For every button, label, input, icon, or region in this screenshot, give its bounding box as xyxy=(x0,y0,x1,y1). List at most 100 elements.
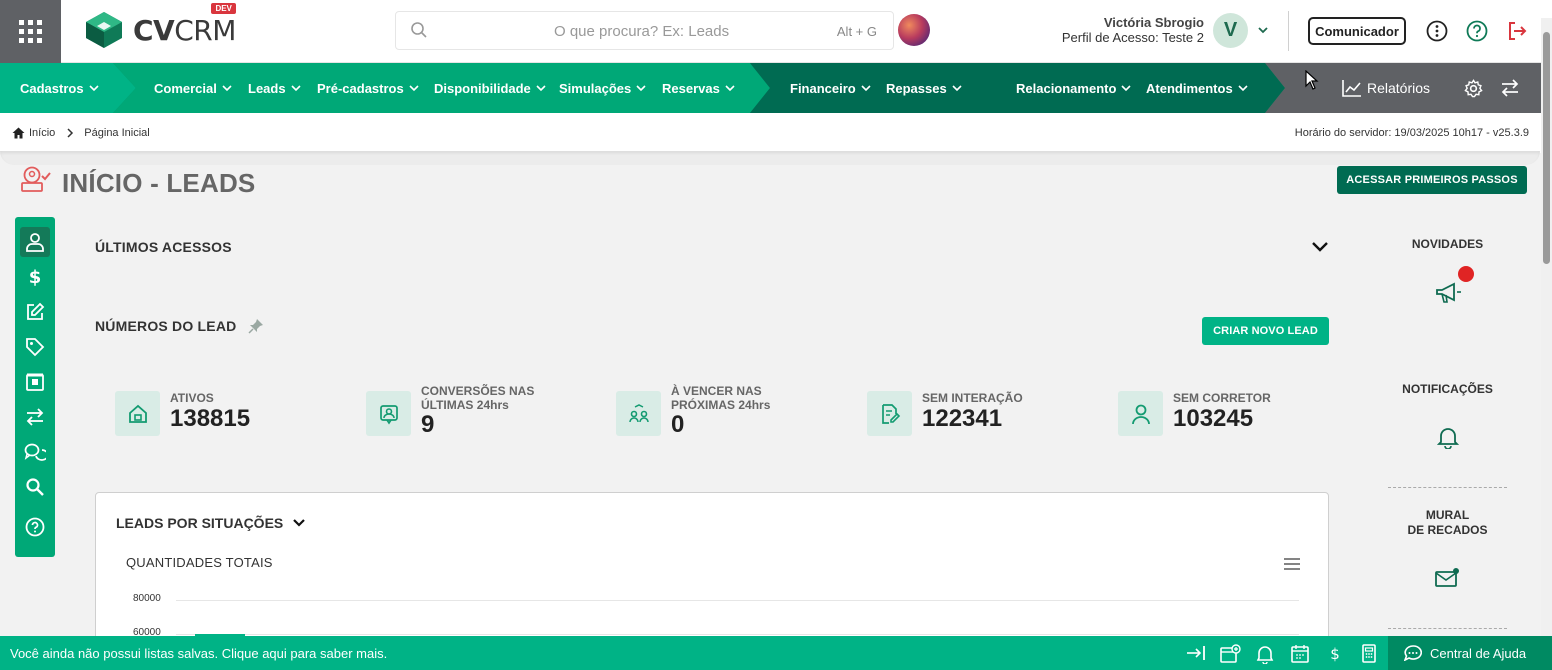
rail-tags[interactable] xyxy=(20,332,50,362)
top-header: CVCRM DEV O que procura? Ex: Leads Alt +… xyxy=(0,0,1552,63)
breadcrumb-current: Página Inicial xyxy=(84,127,150,139)
nav-simulacoes[interactable]: Simulações xyxy=(559,63,646,113)
dollar-icon[interactable]: $ xyxy=(1328,644,1342,664)
chevron-down-icon xyxy=(636,85,646,92)
hamburger-menu-icon[interactable] xyxy=(1283,557,1301,571)
global-search[interactable]: O que procura? Ex: Leads Alt + G xyxy=(395,11,894,50)
breadcrumb-home[interactable]: Início xyxy=(29,127,55,139)
stat-label: SEM INTERAÇÃO xyxy=(922,391,1023,405)
stat-value: 122341 xyxy=(922,405,1003,432)
grid-icon xyxy=(19,20,42,43)
stat-value: 138815 xyxy=(170,405,251,432)
chevron-down-icon xyxy=(409,85,419,92)
nav-relatorios[interactable]: Relatórios xyxy=(1342,63,1430,113)
rail-search[interactable] xyxy=(20,472,50,502)
company-avatar[interactable] xyxy=(898,14,930,46)
panel-heading[interactable]: LEADS POR SITUAÇÕES xyxy=(116,515,307,531)
frame-icon xyxy=(26,373,44,391)
logo-text: CVCRM DEV xyxy=(133,2,236,47)
calendar-add-icon[interactable] xyxy=(1219,644,1241,664)
saved-lists-message[interactable]: Você ainda não possui listas salvas. Cli… xyxy=(10,646,387,661)
rail-help[interactable] xyxy=(20,512,50,542)
rail-transfer[interactable] xyxy=(20,402,50,432)
page-scrollbar[interactable] xyxy=(1541,18,1552,636)
user-name: Victória Sbrogio xyxy=(1103,15,1204,30)
rail-leads[interactable] xyxy=(20,227,50,257)
footer-bar: Você ainda não possui listas salvas. Cli… xyxy=(0,636,1552,670)
user-avatar[interactable]: V xyxy=(1213,13,1248,48)
comunicador-button[interactable]: Comunicador xyxy=(1308,17,1406,45)
leads-icon xyxy=(21,166,51,192)
home-icon[interactable] xyxy=(12,127,25,139)
nav-financeiro[interactable]: Financeiro xyxy=(790,63,871,113)
chevron-down-icon xyxy=(1238,85,1248,92)
logout-icon[interactable] xyxy=(1506,20,1528,42)
gridline xyxy=(176,634,1299,635)
more-icon[interactable] xyxy=(1426,20,1448,42)
apps-menu-button[interactable] xyxy=(0,0,61,63)
nav-leads[interactable]: Leads xyxy=(248,63,301,113)
search-placeholder: O que procura? Ex: Leads xyxy=(554,23,730,40)
nav-cadastros[interactable]: Cadastros xyxy=(20,63,99,113)
calculator-icon[interactable] xyxy=(1361,644,1377,664)
new-notification-badge xyxy=(1458,266,1474,282)
person-badge-icon xyxy=(366,391,411,436)
mail-icon[interactable] xyxy=(1434,567,1460,589)
nav-disponibilidade[interactable]: Disponibilidade xyxy=(434,63,546,113)
chart-line-icon xyxy=(1342,80,1361,97)
pin-icon[interactable] xyxy=(248,318,264,334)
person-icon xyxy=(1118,391,1163,436)
chevron-down-icon xyxy=(725,85,735,92)
nav-comercial[interactable]: Comercial xyxy=(154,63,232,113)
stat-label: ATIVOS xyxy=(170,391,214,405)
main-navigation: Cadastros Comercial Leads Pré-cadastros … xyxy=(0,63,1552,113)
rail-edit[interactable] xyxy=(20,297,50,327)
svg-text:$: $ xyxy=(29,267,42,287)
gridline xyxy=(176,600,1299,601)
rail-reservas[interactable] xyxy=(20,367,50,397)
rail-financeiro[interactable]: $ xyxy=(20,262,50,292)
nav-reservas[interactable]: Reservas xyxy=(662,63,735,113)
breadcrumb-bar: Início Página Inicial Horário do servido… xyxy=(0,113,1552,153)
swap-arrows-icon[interactable] xyxy=(1500,79,1520,97)
create-lead-button[interactable]: CRIAR NOVO LEAD xyxy=(1202,317,1329,345)
nav-relacionamento[interactable]: Relacionamento xyxy=(1016,63,1131,113)
bell-icon[interactable] xyxy=(1437,425,1459,449)
stat-value: 0 xyxy=(671,411,685,438)
chat-bubbles-icon xyxy=(24,443,46,461)
y-tick-label: 80000 xyxy=(133,593,161,604)
help-center-button[interactable]: Central de Ajuda xyxy=(1388,636,1552,670)
gear-icon[interactable] xyxy=(1464,79,1483,98)
nav-pre-cadastros[interactable]: Pré-cadastros xyxy=(317,63,419,113)
collapse-right-icon[interactable] xyxy=(1186,644,1206,662)
bell-icon[interactable] xyxy=(1256,644,1274,664)
cvcrm-logo[interactable]: CVCRM DEV xyxy=(85,2,236,49)
mural-title: MURAL DE RECADOS xyxy=(1407,508,1488,537)
person-icon xyxy=(26,233,44,252)
rail-chat[interactable] xyxy=(20,437,50,467)
megaphone-icon[interactable] xyxy=(1434,281,1462,305)
recent-access-heading[interactable]: ÚLTIMOS ACESSOS xyxy=(95,239,232,255)
chevron-down-icon[interactable] xyxy=(1310,239,1330,255)
first-steps-button[interactable]: ACESSAR PRIMEIROS PASSOS xyxy=(1337,166,1527,194)
help-icon[interactable] xyxy=(1466,20,1488,42)
search-icon xyxy=(411,22,427,38)
help-icon xyxy=(25,517,45,537)
scrollbar-thumb[interactable] xyxy=(1543,32,1550,264)
document-edit-icon xyxy=(867,391,912,436)
chevron-down-icon[interactable] xyxy=(1257,22,1269,38)
chevron-down-icon xyxy=(952,85,962,92)
stat-value: 9 xyxy=(421,411,435,438)
nav-atendimentos[interactable]: Atendimentos xyxy=(1146,63,1248,113)
notificacoes-title: NOTIFICAÇÕES xyxy=(1402,382,1493,396)
user-info[interactable]: Victória Sbrogio Perfil de Acesso: Teste… xyxy=(1062,15,1204,45)
calendar-icon[interactable] xyxy=(1290,644,1310,664)
lead-numbers-heading: NÚMEROS DO LEAD xyxy=(95,318,237,334)
swap-arrows-icon xyxy=(26,408,44,426)
house-icon xyxy=(115,391,160,436)
nav-background xyxy=(0,63,1552,113)
divider xyxy=(1288,11,1289,51)
chevron-right-icon xyxy=(67,128,74,138)
nav-repasses[interactable]: Repasses xyxy=(886,63,962,113)
chevron-down-icon xyxy=(536,85,546,92)
